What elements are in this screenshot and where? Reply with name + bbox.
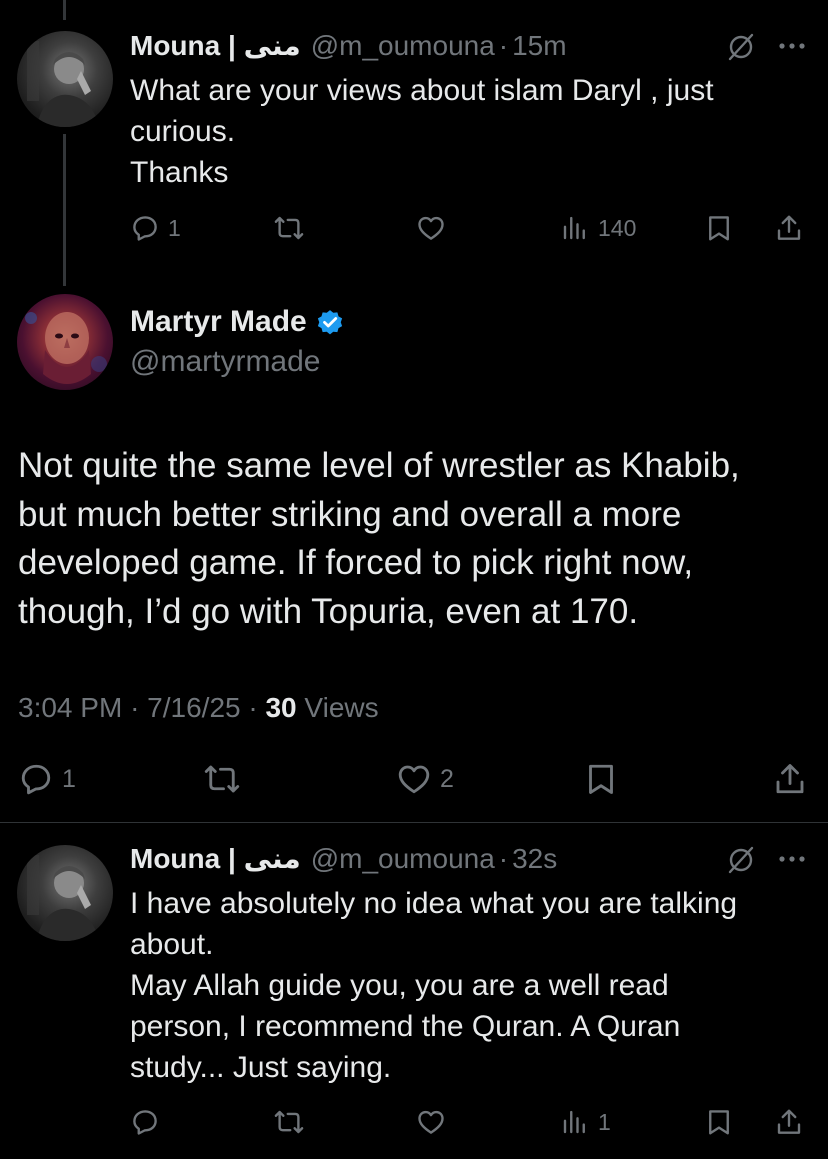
post-text-line: person, I recommend the Quran. A Quran	[130, 1010, 681, 1043]
bookmark-icon	[589, 764, 613, 794]
post-text-line: May Allah guide you, you are a well read	[130, 969, 669, 1002]
repost-icon	[274, 1110, 304, 1134]
bookmark-button[interactable]	[583, 757, 619, 801]
share-button[interactable]	[774, 1102, 804, 1142]
post-header: Mouna | منى @m_oumouna · 15m	[130, 29, 567, 63]
post-text: I have absolutely no idea what you are t…	[130, 883, 810, 1088]
grok-icon[interactable]	[726, 31, 756, 61]
post-text-line: Not quite the same level of wrestler as …	[18, 446, 740, 485]
reply-icon	[133, 216, 157, 241]
separator-dot: ·	[498, 843, 509, 874]
action-bar: 1 140	[130, 208, 810, 248]
bookmark-button[interactable]	[704, 1102, 734, 1142]
share-button[interactable]	[772, 757, 808, 801]
post-text-line: What are your views about islam Daryl , …	[130, 74, 714, 107]
like-icon	[418, 1110, 444, 1134]
post-text-line: I have absolutely no idea what you are t…	[130, 887, 738, 920]
avatar-image	[27, 855, 99, 941]
post-time[interactable]: 3:04 PM	[18, 692, 122, 723]
repost-button[interactable]	[274, 208, 312, 248]
views-count: 1	[598, 1108, 611, 1135]
repost-icon	[204, 765, 240, 793]
action-bar: 1 2	[18, 757, 810, 801]
like-button[interactable]	[416, 208, 454, 248]
bookmark-icon	[709, 216, 729, 241]
display-name[interactable]: Martyr Made	[130, 304, 345, 340]
repost-button[interactable]	[274, 1102, 312, 1142]
separator-dot: ·	[498, 30, 509, 61]
views-label[interactable]: Views	[304, 692, 378, 723]
avatar[interactable]	[17, 31, 113, 127]
user-handle[interactable]: @m_oumouna	[311, 842, 495, 876]
user-handle[interactable]: @martyrmade	[130, 344, 321, 380]
post-text-line: study... Just saying.	[130, 1051, 392, 1084]
avatar-image	[27, 41, 99, 127]
views-count: 140	[598, 214, 637, 241]
more-icon[interactable]	[778, 854, 806, 864]
separator-dot: ·	[130, 692, 140, 723]
share-icon	[776, 764, 804, 794]
views-icon	[563, 1110, 585, 1134]
reply-count: 1	[168, 214, 181, 241]
reply-button[interactable]	[130, 1102, 168, 1142]
post-timestamp[interactable]: 15m	[512, 29, 566, 63]
post-text-line: but much better striking and overall a m…	[18, 494, 682, 534]
user-handle[interactable]: @m_oumouna	[311, 29, 495, 63]
post-timestamp[interactable]: 32s	[512, 842, 557, 876]
share-button[interactable]	[774, 208, 804, 248]
like-button[interactable]: 2	[396, 757, 454, 801]
grok-icon[interactable]	[726, 844, 756, 874]
more-icon[interactable]	[778, 41, 806, 51]
post-header: Mouna | منى @m_oumouna · 32s	[130, 842, 557, 876]
post-text-line: though, I’d go with Topuria, even at 170…	[18, 591, 639, 631]
like-count: 2	[440, 764, 454, 793]
repost-button[interactable]	[204, 757, 248, 801]
views-count[interactable]: 30	[265, 692, 296, 723]
avatar-image	[25, 312, 107, 384]
like-button[interactable]	[416, 1102, 454, 1142]
display-name[interactable]: Mouna | منى	[130, 29, 301, 63]
views-button[interactable]: 1	[560, 1102, 611, 1142]
repost-icon	[274, 216, 304, 240]
views-icon	[563, 216, 585, 240]
share-icon	[777, 215, 801, 240]
reply-count: 1	[62, 764, 76, 793]
like-icon	[398, 765, 430, 794]
post-text-line: Thanks	[130, 156, 229, 189]
reply-button[interactable]: 1	[18, 757, 76, 801]
thread-line-top	[63, 0, 66, 20]
reply-icon	[21, 764, 51, 795]
bookmark-icon	[709, 1110, 729, 1135]
post-meta: 3:04 PM · 7/16/25 · 30 Views	[18, 690, 379, 726]
reply-button[interactable]: 1	[130, 208, 181, 248]
post-text-line: developed game. If forced to pick right …	[18, 543, 694, 582]
separator-dot: ·	[248, 692, 258, 723]
avatar[interactable]	[17, 845, 113, 941]
share-icon	[777, 1109, 801, 1134]
avatar[interactable]	[17, 294, 113, 390]
post-text-line: about.	[130, 928, 214, 961]
bookmark-button[interactable]	[704, 208, 734, 248]
divider	[0, 822, 828, 823]
display-name-text[interactable]: Martyr Made	[130, 304, 307, 340]
views-button[interactable]: 140	[560, 208, 636, 248]
post-text: Not quite the same level of wrestler as …	[18, 442, 808, 636]
action-bar: 1	[130, 1102, 810, 1142]
post-text: What are your views about islam Daryl , …	[130, 70, 810, 193]
thread-line-connector	[63, 134, 66, 286]
post-date[interactable]: 7/16/25	[147, 692, 240, 723]
post-text-line: curious.	[130, 115, 236, 148]
like-icon	[418, 216, 444, 240]
display-name[interactable]: Mouna | منى	[130, 842, 301, 876]
reply-icon	[133, 1110, 157, 1135]
verified-badge-icon[interactable]	[315, 307, 345, 337]
